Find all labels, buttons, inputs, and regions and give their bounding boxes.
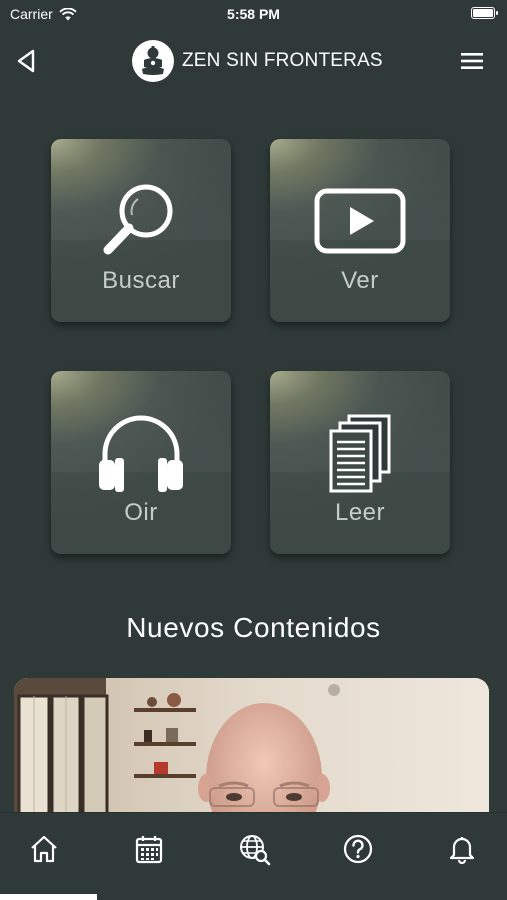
- back-button[interactable]: [12, 46, 42, 76]
- tab-home[interactable]: [26, 831, 62, 867]
- tab-calendar[interactable]: [131, 831, 167, 867]
- tile-ver[interactable]: Ver: [270, 139, 450, 322]
- tile-oir[interactable]: Oir: [51, 371, 231, 554]
- tile-label: Oir: [124, 499, 158, 526]
- home-icon: [31, 835, 57, 863]
- magnifier-icon: [103, 184, 173, 255]
- tile-label: Buscar: [102, 267, 180, 294]
- help-icon: [343, 834, 373, 864]
- documents-icon: [329, 414, 391, 493]
- globe-search-icon: [240, 835, 271, 866]
- tile-label: Ver: [341, 267, 379, 294]
- status-time: 5:58 PM: [227, 6, 280, 22]
- calendar-icon: [135, 836, 163, 864]
- tab-bar: [0, 812, 507, 900]
- tile-label: Leer: [334, 499, 386, 526]
- hamburger-menu-icon: [461, 53, 483, 69]
- video-preview-image: [14, 678, 489, 828]
- home-indicator: [0, 894, 97, 900]
- brand-title: ZEN SIN FRONTERAS: [182, 50, 383, 71]
- headphones-icon: [99, 415, 183, 492]
- brand: ZEN SIN FRONTERAS: [132, 40, 383, 82]
- menu-button[interactable]: [459, 50, 485, 72]
- section-title: Nuevos Contenidos: [126, 612, 381, 643]
- bell-icon: [449, 837, 475, 864]
- tab-help[interactable]: [340, 831, 376, 867]
- battery-icon: [471, 7, 498, 19]
- tab-notifications[interactable]: [444, 831, 480, 867]
- brand-logo: [132, 40, 174, 82]
- video-thumbnail[interactable]: [14, 678, 489, 828]
- tile-buscar[interactable]: Buscar: [51, 139, 231, 322]
- app-header: ZEN SIN FRONTERAS: [0, 30, 507, 92]
- tab-explore[interactable]: [236, 831, 272, 867]
- zen-logo-icon: [142, 46, 164, 75]
- back-chevron-icon: [17, 49, 35, 73]
- play-icon: [314, 188, 406, 254]
- tile-leer[interactable]: Leer: [270, 371, 450, 554]
- status-bar: Carrier 5:58 PM: [0, 0, 507, 30]
